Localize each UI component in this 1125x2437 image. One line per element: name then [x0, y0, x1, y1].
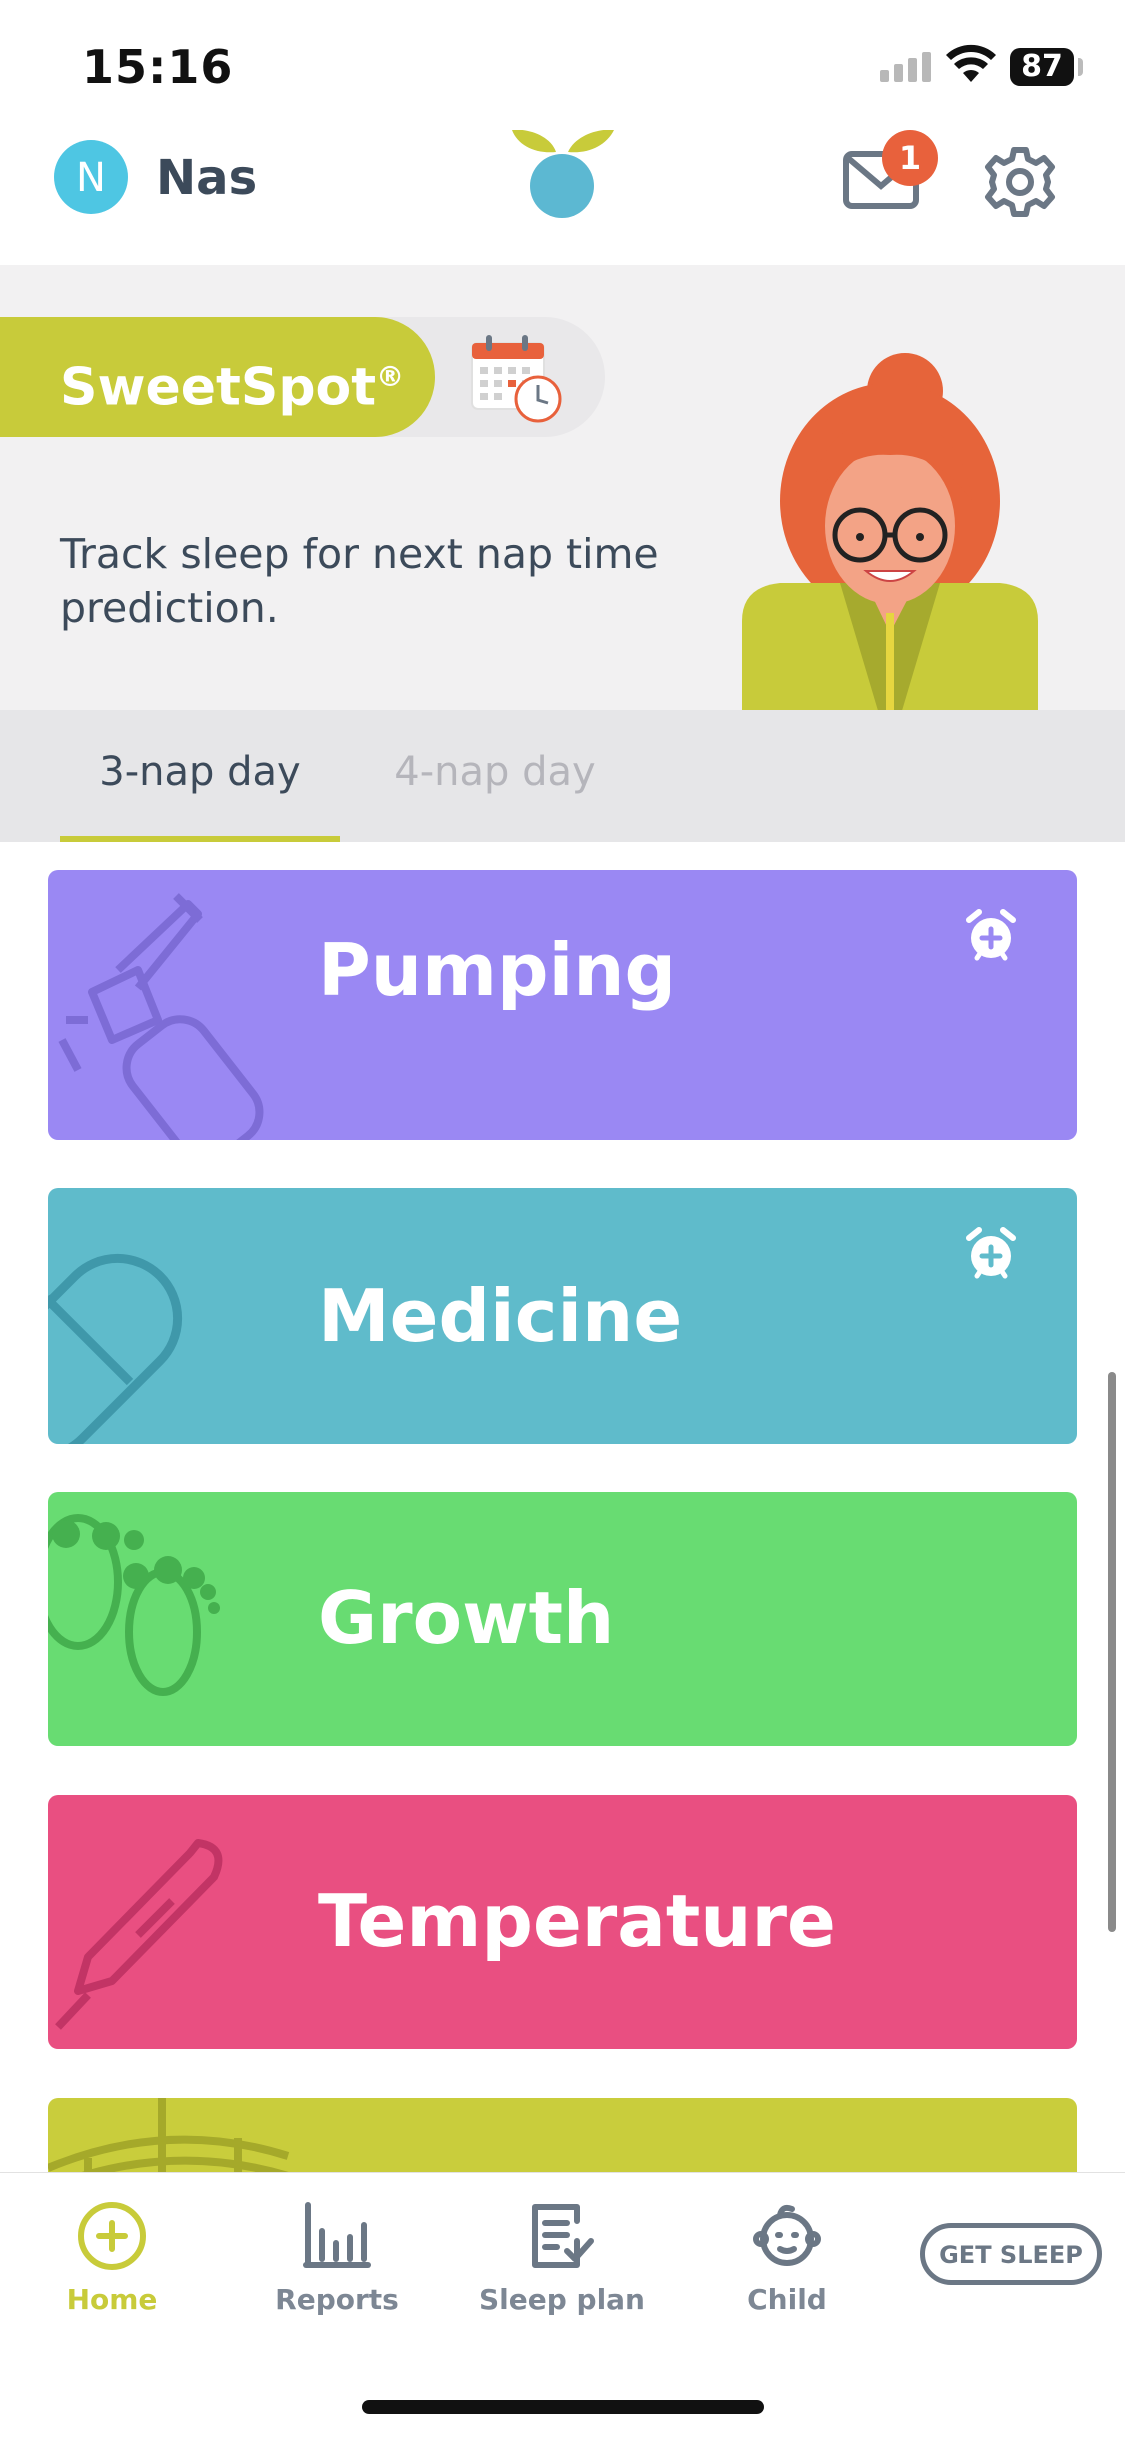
app-header: N Nas 1 — [0, 130, 1125, 265]
battery-level: 87 — [1010, 48, 1074, 86]
nav-reports[interactable]: Reports — [237, 2201, 437, 2316]
sweetspot-message: Track sleep for next nap time prediction… — [60, 530, 659, 632]
alarm-add-icon[interactable] — [963, 908, 1019, 964]
home-indicator — [362, 2400, 764, 2414]
sweetspot-title: SweetSpot — [60, 357, 377, 418]
baby-face-icon — [753, 2204, 821, 2266]
get-sleep-button[interactable]: GET SLEEP — [920, 2223, 1102, 2285]
pumping-label: Pumping — [318, 928, 677, 1012]
tab-3-nap-day-label: 3-nap day — [99, 749, 301, 795]
plus-circle-icon — [78, 2202, 146, 2270]
wifi-icon — [946, 44, 996, 82]
nav-child-label: Child — [747, 2283, 827, 2316]
alarm-add-icon[interactable] — [963, 1226, 1019, 1282]
pill-capsule-icon — [48, 1253, 183, 1444]
active-tab-underline — [60, 836, 340, 842]
thermometer-icon — [55, 1839, 223, 2030]
status-time: 15:16 — [82, 40, 234, 94]
sweetspot-button[interactable]: SweetSpot® — [0, 317, 435, 437]
user-name[interactable]: Nas — [156, 150, 257, 206]
nav-sleep-plan-label: Sleep plan — [478, 2283, 645, 2316]
breast-pump-icon — [58, 893, 264, 1140]
nav-child[interactable]: Child — [687, 2201, 887, 2316]
calendar-clock-icon[interactable] — [470, 333, 566, 425]
footprints-icon — [48, 1514, 220, 1696]
growth-card[interactable]: Growth — [48, 1492, 1077, 1746]
gear-icon[interactable] — [984, 146, 1056, 218]
temperature-label: Temperature — [318, 1879, 836, 1963]
nav-home-label: Home — [66, 2283, 158, 2316]
tab-3-nap-day[interactable]: 3-nap day — [60, 710, 340, 842]
status-bar: 15:16 87 — [0, 0, 1125, 130]
avatar[interactable]: N — [54, 140, 128, 214]
cellular-signal-icon — [880, 52, 931, 82]
nap-tabs: 3-nap day 4-nap day — [0, 710, 1125, 842]
app-logo-icon — [512, 130, 614, 218]
nav-home[interactable]: Home — [12, 2201, 212, 2316]
tab-4-nap-day[interactable]: 4-nap day — [380, 710, 610, 842]
nav-reports-label: Reports — [275, 2283, 399, 2316]
clipboard-check-icon — [532, 2204, 594, 2268]
pumping-card[interactable]: Pumping — [48, 870, 1077, 1140]
registered-mark: ® — [376, 360, 405, 393]
medicine-label: Medicine — [318, 1274, 683, 1358]
sweetspot-panel: SweetSpot® Track sleep for next nap time… — [0, 265, 1125, 842]
medicine-card[interactable]: Medicine — [48, 1188, 1077, 1444]
temperature-card[interactable]: Temperature — [48, 1795, 1077, 2049]
nav-sleep-plan[interactable]: Sleep plan — [462, 2201, 662, 2316]
scrollbar[interactable] — [1108, 1372, 1116, 1932]
tab-4-nap-day-label: 4-nap day — [394, 749, 596, 795]
mail-badge: 1 — [882, 130, 938, 186]
bar-chart-icon — [303, 2202, 371, 2268]
bottom-nav: Home Reports Sleep plan Child GET SLEEP — [0, 2172, 1125, 2437]
battery-tip — [1078, 58, 1083, 76]
growth-label: Growth — [318, 1576, 615, 1660]
